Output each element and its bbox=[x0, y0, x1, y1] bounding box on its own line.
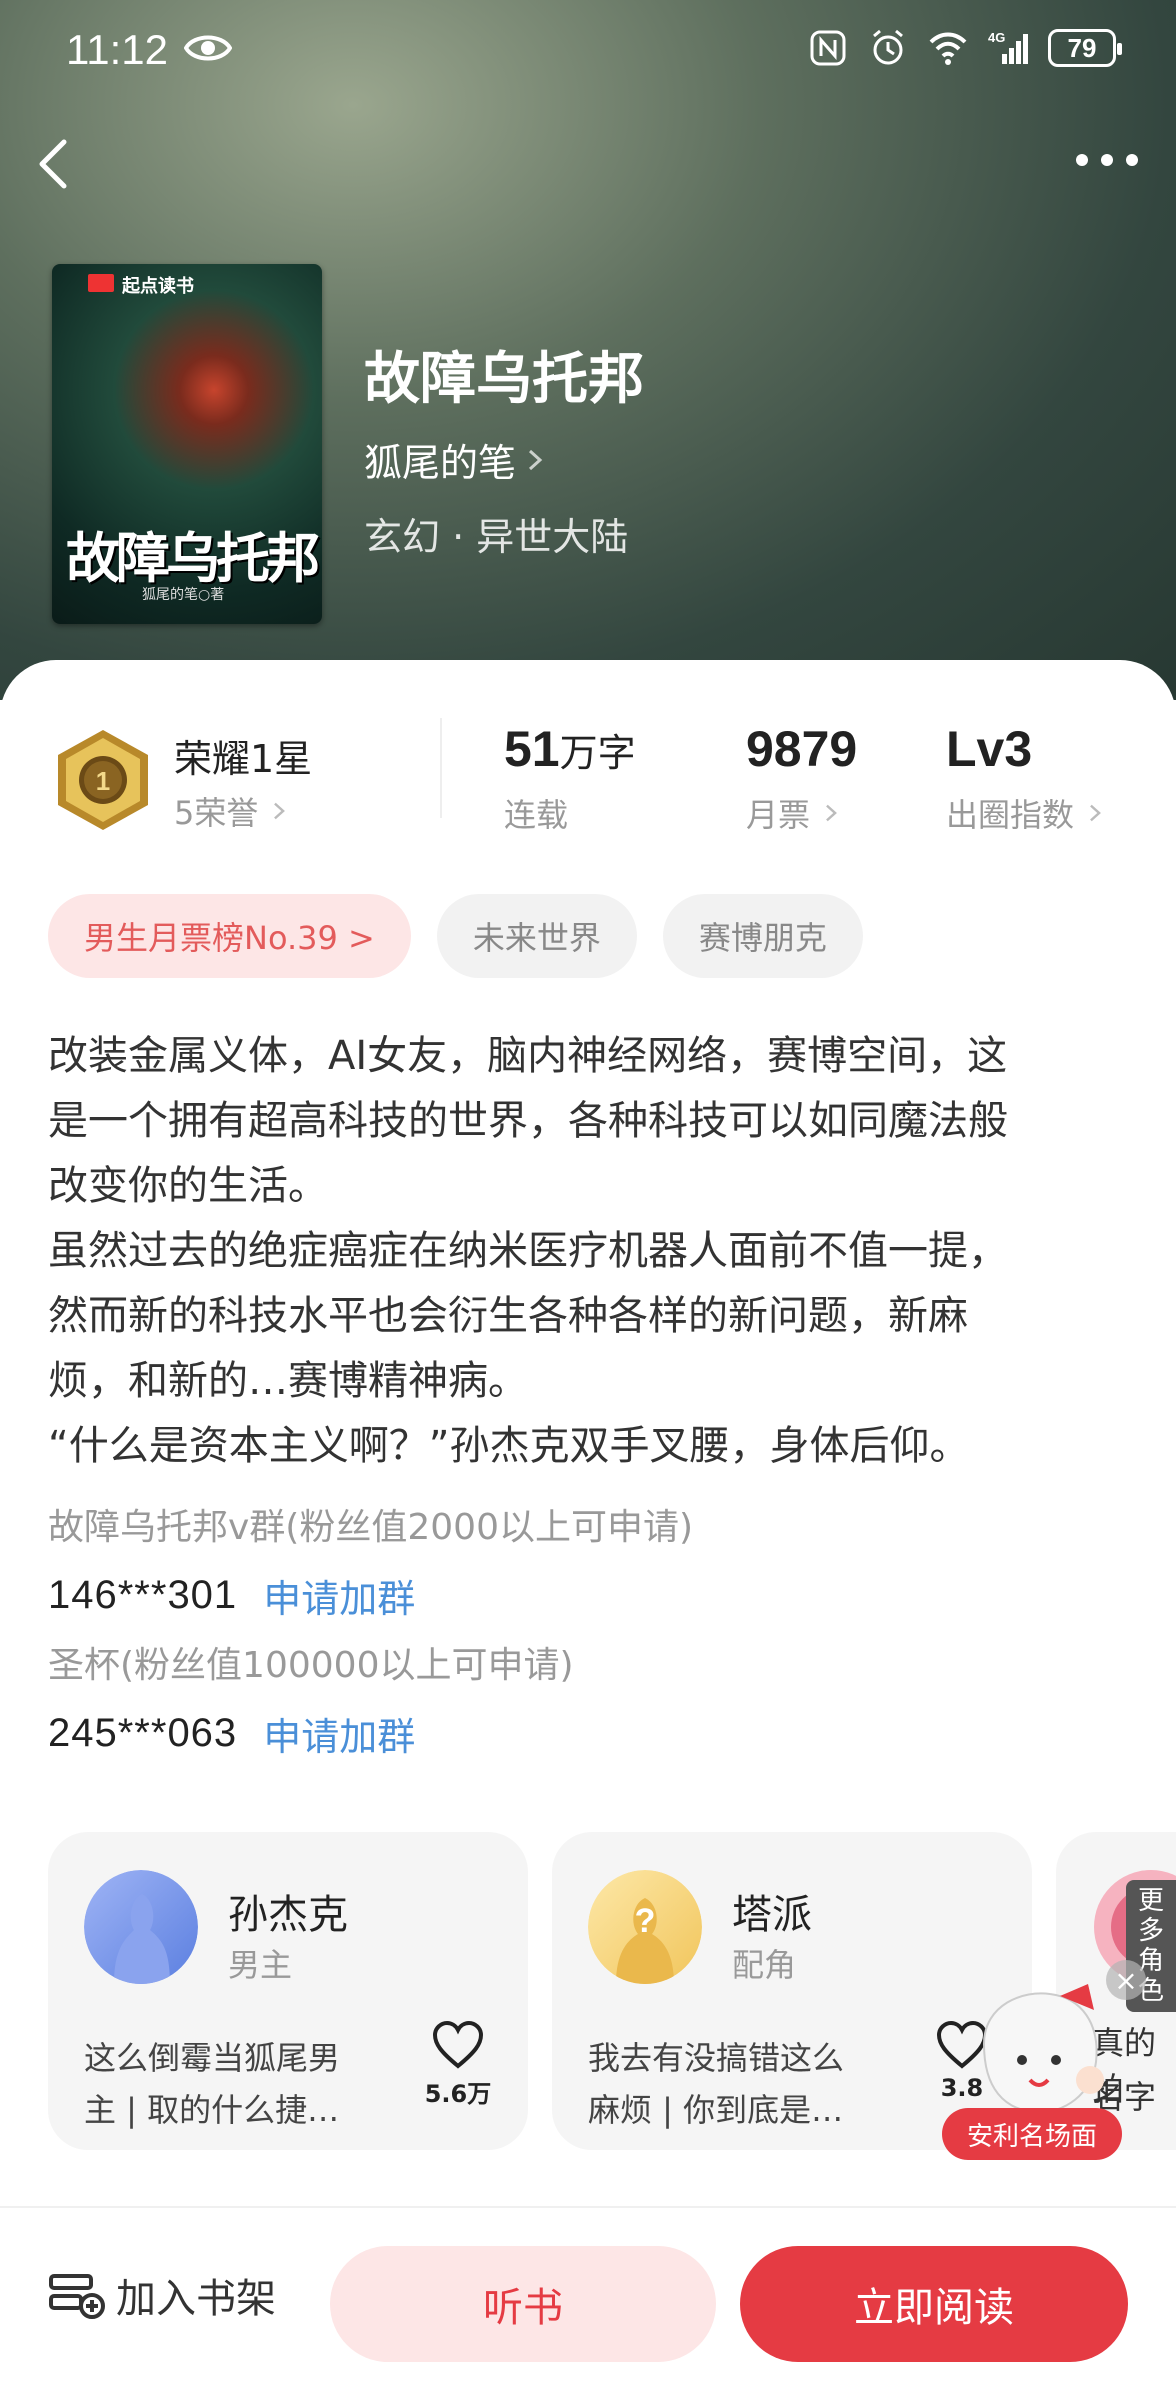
status-time: 11:12 bbox=[66, 26, 168, 73]
group-number: 146***301 bbox=[48, 1573, 238, 1617]
character-desc: 我去有没搞错这么 麻烦 | 你到底是… bbox=[588, 2032, 908, 2136]
book-cover[interactable]: 起点读书 故障乌托邦 狐尾的笔○著 bbox=[52, 264, 322, 624]
heart-icon bbox=[432, 2020, 484, 2069]
character-desc-line: 我去有没搞错这么 bbox=[588, 2039, 845, 2077]
character-desc-line: 这么倒霉当狐尾男 bbox=[84, 2039, 341, 2077]
stat-value: 51 bbox=[504, 721, 560, 777]
svg-text:1: 1 bbox=[96, 766, 110, 796]
alarm-icon bbox=[873, 29, 903, 65]
stat-unit: 万字 bbox=[559, 733, 636, 775]
character-name: 塔派 bbox=[732, 1892, 812, 1938]
chevron-right-icon bbox=[529, 449, 543, 470]
wifi-icon bbox=[929, 32, 967, 65]
svg-text:4G: 4G bbox=[988, 30, 1005, 45]
like-count: 5.6万 bbox=[424, 2080, 492, 2108]
character-desc-line: 主 | 取的什么捷… bbox=[84, 2091, 340, 2129]
synopsis-line: 虽然过去的绝症癌症在纳米医疗机器人面前不值一提， bbox=[48, 1228, 1008, 1274]
character-name: 孙杰克 bbox=[228, 1892, 348, 1938]
battery-indicator: 79 bbox=[1048, 29, 1122, 67]
character-desc: 这么倒霉当狐尾男 主 | 取的什么捷… bbox=[84, 2032, 404, 2136]
status-bar: 11:12 4G 79 bbox=[0, 0, 1176, 100]
character-avatar: ? bbox=[588, 1870, 702, 1984]
cover-brand: 起点读书 bbox=[122, 276, 194, 297]
character-avatar bbox=[84, 1870, 198, 1984]
join-group-link[interactable]: 申请加群 bbox=[263, 1568, 415, 1623]
synopsis-line: 改变你的生活。 bbox=[48, 1163, 328, 1209]
character-card[interactable]: ? 塔派 配角 我去有没搞错这么 麻烦 | 你到底是… 3.8 bbox=[552, 1832, 1032, 2150]
cover-author: 狐尾的笔○著 bbox=[142, 587, 225, 603]
eye-icon bbox=[184, 35, 232, 61]
mascot-icon[interactable] bbox=[964, 1984, 1114, 2124]
book-genre: 玄幻 · 异世大陆 bbox=[364, 515, 629, 559]
status-icons: 4G 79 bbox=[808, 28, 1122, 68]
fan-group: 圣杯(粉丝值100000以上可申请) 245***063 申请加群 bbox=[48, 1636, 574, 1761]
fan-group: 故障乌托邦v群(粉丝值2000以上可申请) 146***301 申请加群 bbox=[48, 1498, 693, 1623]
synopsis-line: 烦，和新的…赛博精神病。 bbox=[48, 1358, 528, 1404]
honor-title: 荣耀1星 bbox=[174, 737, 313, 781]
honor-link[interactable]: 5荣誉 bbox=[174, 788, 288, 834]
synopsis-line: 改装金属义体，AI女友，脑内神经网络，赛博空间，这 bbox=[48, 1033, 1008, 1079]
stat-value: Lv3 bbox=[946, 721, 1033, 777]
author-name: 狐尾的笔 bbox=[364, 441, 517, 485]
stats-divider bbox=[440, 718, 442, 818]
tag-list: 男生月票榜No.39 > 未来世界 赛博朋克 bbox=[48, 894, 863, 978]
synopsis-line: 是一个拥有超高科技的世界，各种科技可以如同魔法般 bbox=[48, 1098, 1008, 1144]
cover-brand-badge bbox=[88, 274, 114, 292]
chevron-right-icon bbox=[274, 802, 286, 820]
book-title: 故障乌托邦 bbox=[364, 346, 644, 412]
join-group-link[interactable]: 申请加群 bbox=[263, 1706, 415, 1761]
bottom-divider bbox=[0, 2206, 1176, 2208]
synopsis-line: 然而新的科技水平也会衍生各种各样的新问题，新麻 bbox=[48, 1293, 968, 1339]
stat-index[interactable]: Lv3 出圈指数 bbox=[946, 720, 1104, 836]
chevron-right-icon bbox=[1090, 804, 1101, 822]
stat-value: 9879 bbox=[746, 721, 858, 777]
honor-count: 5荣誉 bbox=[174, 794, 259, 832]
group-name: 圣杯(粉丝值100000以上可申请) bbox=[48, 1645, 574, 1686]
listen-button[interactable]: 听书 bbox=[330, 2246, 716, 2362]
stat-label: 月票 bbox=[746, 796, 811, 834]
add-to-shelf-button[interactable]: 加入书架 bbox=[48, 2266, 276, 2324]
read-now-button[interactable]: 立即阅读 bbox=[740, 2246, 1128, 2362]
character-desc-line: 麻烦 | 你到底是… bbox=[588, 2091, 844, 2129]
synopsis-line: “什么是资本主义啊？”孙杰克双手叉腰，身体后仰。 bbox=[48, 1423, 970, 1469]
back-icon[interactable] bbox=[28, 132, 76, 196]
like-button[interactable]: 5.6万 bbox=[418, 2020, 498, 2109]
close-icon[interactable]: × bbox=[1106, 1960, 1146, 2000]
tag-item[interactable]: 赛博朋克 bbox=[662, 894, 863, 978]
stat-word-count: 51万字 连载 bbox=[504, 720, 636, 836]
synopsis[interactable]: 改装金属义体，AI女友，脑内神经网络，赛博空间，这 是一个拥有超高科技的世界，各… bbox=[48, 1024, 1138, 1479]
tag-rank[interactable]: 男生月票榜No.39 > bbox=[48, 894, 411, 978]
group-name: 故障乌托邦v群(粉丝值2000以上可申请) bbox=[48, 1507, 694, 1548]
signal-4g-icon: 4G bbox=[988, 30, 1028, 64]
more-dots-icon[interactable] bbox=[1072, 148, 1142, 172]
chevron-right-icon bbox=[826, 804, 837, 822]
honor-medal-icon[interactable]: 1 bbox=[54, 728, 152, 832]
character-role: 配角 bbox=[732, 1946, 797, 1984]
character-role: 男主 bbox=[228, 1946, 293, 1984]
group-number: 245***063 bbox=[48, 1711, 238, 1755]
bookshelf-add-icon bbox=[49, 2274, 105, 2319]
stat-label: 连载 bbox=[504, 796, 569, 834]
tag-item[interactable]: 未来世界 bbox=[436, 894, 637, 978]
svg-text:?: ? bbox=[635, 1902, 656, 1940]
stat-monthly-votes[interactable]: 9879 月票 bbox=[746, 720, 857, 836]
nfc-icon bbox=[810, 30, 846, 66]
add-to-shelf-label: 加入书架 bbox=[116, 2276, 276, 2322]
cover-title: 故障乌托邦 bbox=[66, 527, 320, 590]
stat-label: 出圈指数 bbox=[946, 796, 1075, 834]
character-card[interactable]: 孙杰克 男主 这么倒霉当狐尾男 主 | 取的什么捷… 5.6万 bbox=[48, 1832, 528, 2150]
author-link[interactable]: 狐尾的笔 bbox=[364, 432, 546, 487]
highlight-scenes-badge[interactable]: 安利名场面 bbox=[942, 2108, 1122, 2160]
